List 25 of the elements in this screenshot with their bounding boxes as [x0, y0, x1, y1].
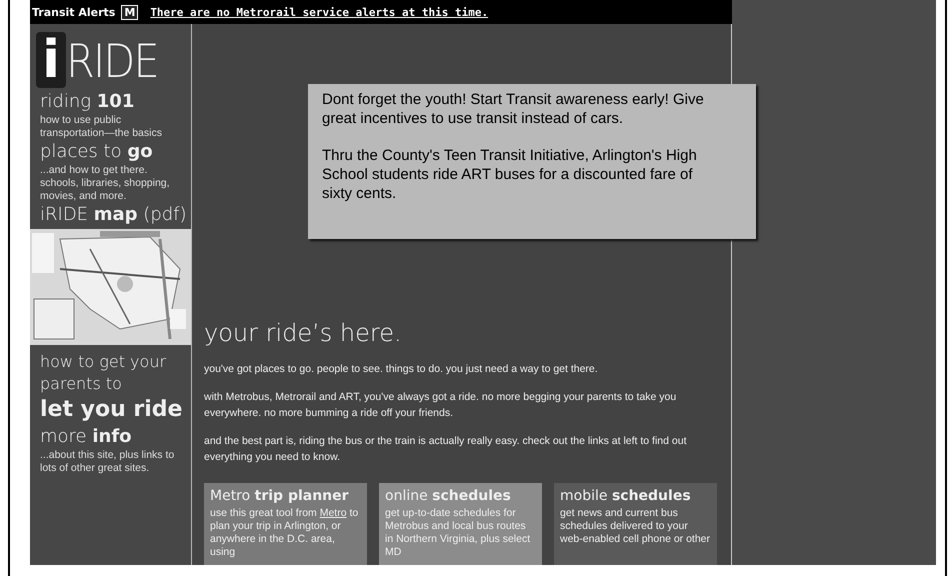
note-text: Dont forget the youth! Start Transit awareness early! Give great incentives to use transit instead of cars. — [322, 90, 705, 128]
sidebar-link[interactable]: places to go — [40, 140, 185, 164]
card-text: use this great tool from Metro to plan your trip in Arlington, or anywhere in the D.C. area, using — [210, 507, 360, 559]
paragraph: you've got places to go. people to see. things to do. you just need a way to get there. — [204, 362, 599, 377]
card-text: get up-to-date schedules for Metrobus and local bus routes in Northern Virginia, plus select MD — [385, 507, 532, 559]
sidebar-link[interactable]: let you ride — [40, 395, 185, 425]
sidebar-link[interactable]: more info — [40, 425, 185, 449]
sidebar-link[interactable]: riding 101 — [40, 90, 185, 114]
metro-badge: M — [121, 4, 138, 20]
paragraph: and the best part is, riding the bus or the train is actually really easy. check out the links at left to find out everything you need to know. — [204, 434, 688, 465]
sidebar-link[interactable]: iRIDE map (pdf) — [40, 203, 185, 227]
note-text: Thru the County's Teen Transit Initiative, Arlington's High School students ride ART buses for a discounted fare of sixty cents. — [322, 146, 698, 203]
alert-link[interactable]: There are no Metrorail service alerts at this time. — [150, 6, 488, 18]
sidebar-link[interactable]: how to get your parents to — [40, 351, 185, 395]
card-title[interactable]: mobile schedules — [560, 488, 711, 504]
alerts-label: Transit Alerts — [32, 6, 116, 18]
main-heading: your ride’s here. — [204, 319, 403, 347]
paragraph: with Metrobus, Metrorail and ART, you've always got a ride. no more begging your parents to take you everywhere. no more bumming a ride off your friends. — [204, 390, 678, 421]
metro-link[interactable]: Metro — [320, 507, 347, 519]
card-title[interactable]: Metro trip planner — [210, 488, 361, 504]
link-description: ...and how to get there. schools, libraries, shopping, movies, and more. — [40, 164, 171, 203]
link-description: ...about this site, plus links to lots of other great sites. — [40, 449, 176, 475]
link-description: how to use public transportation—the basics — [40, 114, 163, 140]
card-text: get news and current bus schedules delivered to your web-enabled cell phone or other — [560, 507, 711, 546]
logo[interactable]: i RIDE — [36, 32, 191, 90]
